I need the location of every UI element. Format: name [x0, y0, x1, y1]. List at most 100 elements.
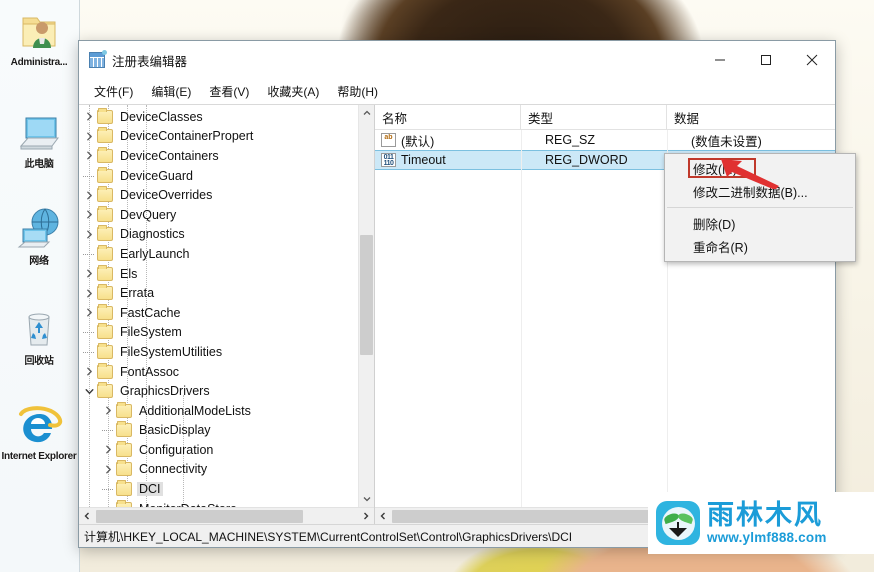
tree-item-diagnostics[interactable]: Diagnostics	[79, 225, 374, 245]
menu-edit[interactable]: 编辑(E)	[142, 80, 200, 103]
value-data: (数值未设置)	[691, 134, 762, 149]
chevron-right-icon[interactable]	[100, 442, 116, 458]
folder-icon	[116, 480, 132, 497]
desktop-icon-recycle-bin[interactable]: 回收站	[0, 305, 78, 367]
chevron-right-icon[interactable]	[81, 364, 97, 380]
context-menu-item-rename[interactable]: 重命名(R)	[665, 235, 855, 258]
context-menu-item-delete[interactable]: 删除(D)	[665, 212, 855, 235]
column-header-name[interactable]: 名称	[375, 105, 521, 129]
window-title: 注册表编辑器	[112, 54, 188, 69]
tree-item-label: Diagnostics	[120, 227, 185, 242]
tree-scroll-thumb[interactable]	[360, 235, 373, 355]
folder-icon	[97, 225, 113, 242]
tree-item-earlylaunch[interactable]: EarlyLaunch	[79, 244, 374, 264]
tree-item-fontassoc[interactable]: FontAssoc	[79, 362, 374, 382]
chevron-right-icon[interactable]	[81, 148, 97, 164]
desktop-icon-label: Administra...	[10, 57, 68, 68]
scroll-right-button[interactable]	[358, 508, 374, 524]
tree-item-label: BasicDisplay	[139, 423, 211, 438]
chevron-right-icon[interactable]	[81, 305, 97, 321]
scroll-down-button[interactable]	[359, 491, 375, 507]
tree-leaf-connector	[81, 344, 97, 360]
tree-item-fastcache[interactable]: FastCache	[79, 303, 374, 323]
close-button[interactable]	[789, 41, 835, 79]
chevron-right-icon[interactable]	[81, 109, 97, 125]
chevron-right-icon[interactable]	[81, 266, 97, 282]
menu-file[interactable]: 文件(F)	[85, 80, 142, 103]
tree-item-deviceclasses[interactable]: DeviceClasses	[79, 107, 374, 127]
menu-view[interactable]: 查看(V)	[200, 80, 258, 103]
window-titlebar[interactable]: 注册表编辑器	[79, 41, 835, 79]
folder-icon	[97, 382, 113, 399]
minimize-button[interactable]	[697, 41, 743, 79]
watermark-brand: 雨林木风	[707, 500, 823, 531]
folder-icon	[97, 342, 113, 359]
tree-item-label: Connectivity	[139, 462, 208, 477]
registry-tree-items: DeviceClasses DeviceContainerPropert Devic…	[79, 105, 374, 507]
tree-leaf-connector	[100, 422, 116, 438]
folder-icon	[97, 264, 113, 281]
tree-item-configuration[interactable]: Configuration	[79, 440, 374, 460]
tree-hscroll-thumb[interactable]	[96, 510, 303, 523]
context-menu-item-modify-binary[interactable]: 修改二进制数据(B)...	[665, 180, 855, 203]
scroll-left-button[interactable]	[79, 508, 95, 524]
chevron-down-icon[interactable]	[81, 383, 97, 399]
tree-item-additionalmodelists[interactable]: AdditionalModeLists	[79, 401, 374, 421]
menu-help[interactable]: 帮助(H)	[328, 80, 387, 103]
chevron-right-icon[interactable]	[81, 285, 97, 301]
tree-leaf-connector	[81, 246, 97, 262]
folder-icon	[97, 303, 113, 320]
tree-item-deviceoverrides[interactable]: DeviceOverrides	[79, 185, 374, 205]
tree-vertical-scrollbar[interactable]	[358, 105, 374, 507]
registry-tree[interactable]: DeviceClasses DeviceContainerPropert Devic…	[79, 105, 374, 507]
tree-item-connectivity[interactable]: Connectivity	[79, 460, 374, 480]
folder-icon	[97, 323, 113, 340]
folder-icon	[97, 127, 113, 144]
tree-item-filesystemutilities[interactable]: FileSystemUtilities	[79, 342, 374, 362]
column-header-type[interactable]: 类型	[521, 105, 667, 129]
context-menu-item-modify[interactable]: 修改(M)...	[665, 157, 855, 180]
column-divider	[521, 130, 522, 507]
chevron-right-icon[interactable]	[100, 403, 116, 419]
tree-item-label: DeviceContainers	[120, 148, 219, 163]
watermark-logo: 雨林木风 www.ylmf888.com	[648, 492, 874, 554]
chevron-right-icon[interactable]	[81, 226, 97, 242]
tree-item-deviceguard[interactable]: DeviceGuard	[79, 166, 374, 186]
tree-item-devicecontainers[interactable]: DeviceContainers	[79, 146, 374, 166]
tree-horizontal-scrollbar[interactable]	[79, 507, 374, 524]
column-header-data[interactable]: 数据	[667, 105, 835, 129]
tree-item-errata[interactable]: Errata	[79, 283, 374, 303]
chevron-right-icon[interactable]	[81, 207, 97, 223]
desktop-icon-network[interactable]: 网络	[0, 205, 78, 267]
tree-item-devquery[interactable]: DevQuery	[79, 205, 374, 225]
desktop-icon-administrator[interactable]: Administra...	[0, 6, 78, 68]
context-menu: 修改(M)... 修改二进制数据(B)... 删除(D) 重命名(R)	[664, 153, 856, 262]
tree-item-label: Configuration	[139, 442, 214, 457]
chevron-right-icon[interactable]	[100, 461, 116, 477]
tree-item-graphicsdrivers[interactable]: GraphicsDrivers	[79, 381, 374, 401]
leaf-right-icon	[676, 511, 694, 524]
desktop-icon-label: 此电脑	[24, 159, 54, 170]
folder-icon	[116, 401, 132, 418]
tree-item-label: DeviceOverrides	[120, 188, 213, 203]
tree-item-devicecontainerpropert[interactable]: DeviceContainerPropert	[79, 127, 374, 147]
value-row-default[interactable]: ab (默认) REG_SZ (数值未设置)	[375, 130, 835, 150]
status-path: 计算机\HKEY_LOCAL_MACHINE\SYSTEM\CurrentCon…	[84, 529, 573, 544]
folder-icon	[97, 284, 113, 301]
chevron-right-icon[interactable]	[81, 187, 97, 203]
tree-item-label: Els	[120, 266, 138, 281]
desktop-icon-internet-explorer[interactable]: Internet Explorer	[0, 400, 78, 462]
tree-item-dci[interactable]: DCI	[79, 479, 374, 499]
tree-item-els[interactable]: Els	[79, 264, 374, 284]
tree-item-filesystem[interactable]: FileSystem	[79, 323, 374, 343]
chevron-right-icon[interactable]	[81, 128, 97, 144]
desktop-icon-this-pc[interactable]: 此电脑	[0, 108, 78, 170]
desktop-left-panel	[0, 0, 80, 572]
menu-favorites[interactable]: 收藏夹(A)	[258, 80, 328, 103]
tree-item-monitordatastore[interactable]: MonitorDataStore	[79, 499, 374, 507]
scroll-left-button[interactable]	[375, 508, 391, 524]
scroll-up-button[interactable]	[359, 105, 375, 121]
tree-item-basicdisplay[interactable]: BasicDisplay	[79, 421, 374, 441]
maximize-button[interactable]	[743, 41, 789, 79]
value-type: REG_DWORD	[545, 153, 628, 167]
